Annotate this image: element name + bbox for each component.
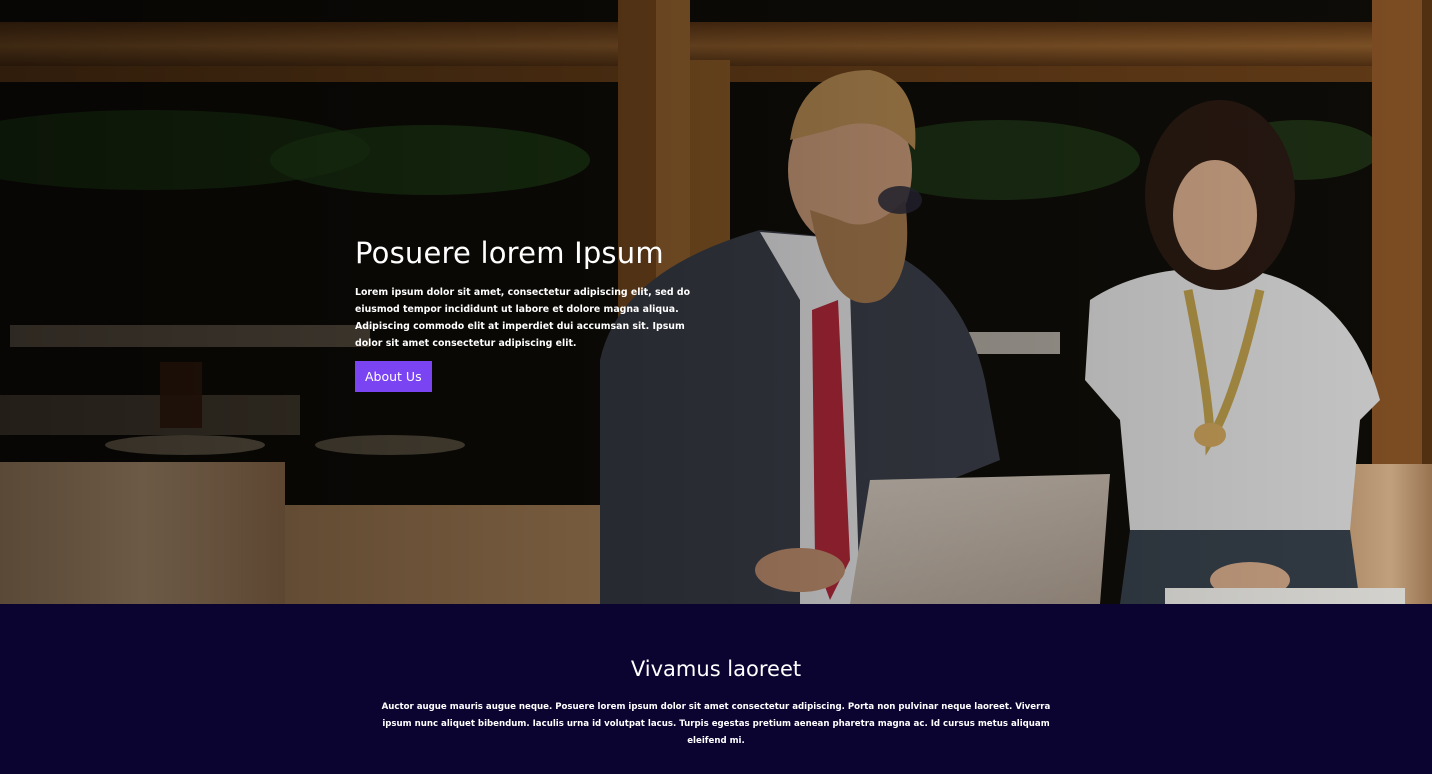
hero-title: Posuere lorem Ipsum [355,236,664,270]
hero-description: Lorem ipsum dolor sit amet, consectetur … [355,287,691,349]
info-section: Vivamus laoreet Auctor augue mauris augu… [0,604,1432,774]
section-description: Auctor augue mauris augue neque. Posuere… [381,702,1051,746]
about-us-button[interactable]: About Us [355,361,432,392]
section-title: Vivamus laoreet [630,657,802,681]
hero-section: Posuere lorem Ipsum Lorem ipsum dolor si… [0,0,1432,604]
hero-content: Posuere lorem Ipsum Lorem ipsum dolor si… [355,236,705,392]
business-meeting-photo [0,0,1432,604]
